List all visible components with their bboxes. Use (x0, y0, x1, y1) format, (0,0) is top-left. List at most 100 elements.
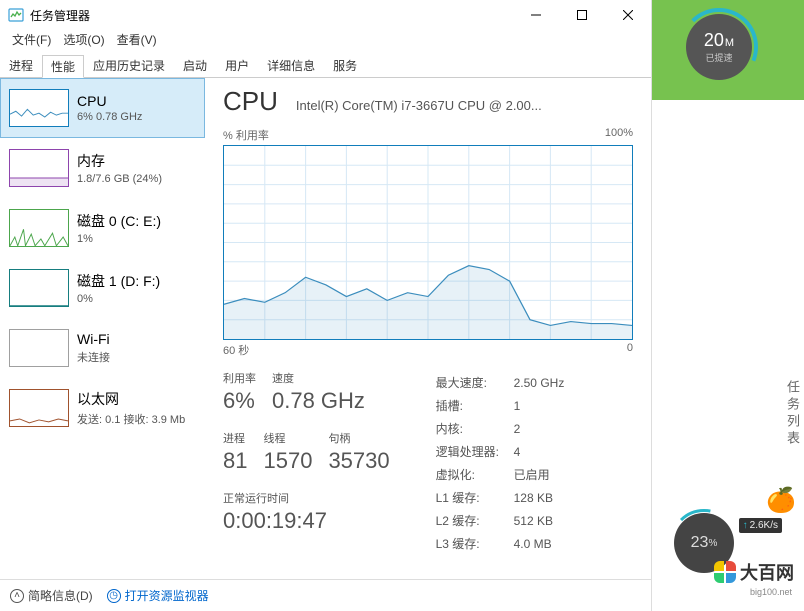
sidebar-item-label: 磁盘 0 (C: E:) (77, 211, 161, 231)
sidebar-item-label: Wi-Fi (77, 331, 110, 347)
tab-performance[interactable]: 性能 (42, 55, 84, 78)
pane-title: CPU (223, 86, 278, 117)
info-label: L1 缓存: (436, 487, 512, 508)
sidebar-item-label: CPU (77, 93, 142, 109)
cpu-detail-pane: CPU Intel(R) Core(TM) i7-3667U CPU @ 2.0… (205, 78, 651, 583)
sidebar-item-disk-0[interactable]: 磁盘 0 (C: E:) 1% (0, 198, 205, 258)
network-rate-value: 2.6K/s (750, 520, 778, 531)
info-value: 512 KB (514, 510, 575, 531)
gauge-label: 已提速 (705, 51, 732, 64)
info-label: L3 缓存: (436, 533, 512, 554)
stat-value-utilization: 6% (223, 388, 256, 414)
chevron-up-icon: ˄ (10, 589, 24, 603)
info-label: 内核: (436, 418, 512, 439)
open-resource-monitor-link[interactable]: ◷ 打开资源监视器 (107, 587, 209, 604)
ethernet-sparkline (9, 389, 69, 427)
app-icon (8, 7, 24, 23)
logo-text: 大百网 (740, 559, 794, 585)
stat-label-processes: 进程 (223, 430, 247, 446)
tab-users[interactable]: 用户 (216, 54, 258, 77)
window-title: 任务管理器 (30, 7, 90, 24)
performance-body: CPU 6% 0.78 GHz 内存 1.8/7.6 GB (24%) 磁盘 0 (… (0, 78, 651, 583)
minimize-button[interactable] (513, 0, 559, 30)
memory-sparkline (9, 149, 69, 187)
info-value: 1 (514, 395, 575, 416)
cpu-info-table: 最大速度:2.50 GHz 插槽:1 内核:2 逻辑处理器:4 虚拟化:已启用 … (434, 370, 577, 556)
sidebar-item-stat: 发送: 0.1 接收: 3.9 Mb (77, 411, 185, 427)
info-value: 2 (514, 418, 575, 439)
tab-processes[interactable]: 进程 (0, 54, 42, 77)
sidebar-item-stat: 1.8/7.6 GB (24%) (77, 173, 162, 185)
chart-bottom-left-label: 60 秒 (223, 342, 249, 358)
sidebar-item-cpu[interactable]: CPU 6% 0.78 GHz (0, 78, 205, 138)
sidebar-item-disk-1[interactable]: 磁盘 1 (D: F:) 0% (0, 258, 205, 318)
stat-value-threads: 1570 (263, 448, 312, 474)
tab-startup[interactable]: 启动 (174, 54, 216, 77)
close-button[interactable] (605, 0, 651, 30)
tab-details[interactable]: 详细信息 (258, 54, 324, 77)
info-value: 2.50 GHz (514, 372, 575, 393)
menu-options[interactable]: 选项(O) (57, 30, 110, 50)
titlebar: 任务管理器 (0, 0, 651, 30)
stat-label-speed: 速度 (272, 370, 365, 386)
tab-services[interactable]: 服务 (324, 54, 366, 77)
info-label: 虚拟化: (436, 464, 512, 485)
speedup-gauge[interactable]: 20M 已提速 (686, 14, 752, 80)
gauge-value: 20 (704, 30, 724, 50)
sidebar-item-label: 以太网 (77, 389, 185, 409)
watermark-logo: 大百网 (714, 559, 794, 585)
fewer-details-button[interactable]: ˄ 简略信息(D) (10, 587, 93, 604)
stat-value-processes: 81 (223, 448, 247, 474)
tab-app-history[interactable]: 应用历史记录 (84, 54, 174, 77)
maximize-button[interactable] (559, 0, 605, 30)
task-manager-window: 任务管理器 文件(F) 选项(O) 查看(V) 进程 性能 应用历史记录 启动 … (0, 0, 652, 611)
stat-label-uptime: 正常运行时间 (223, 490, 390, 506)
sidebar-item-memory[interactable]: 内存 1.8/7.6 GB (24%) (0, 138, 205, 198)
stat-value-speed: 0.78 GHz (272, 388, 365, 414)
chart-top-left-label: % 利用率 (223, 127, 269, 143)
footer: ˄ 简略信息(D) ◷ 打开资源监视器 (0, 579, 651, 611)
sidebar-item-stat: 1% (77, 233, 161, 245)
stat-label-handles: 句柄 (328, 430, 389, 446)
network-rate: ↑2.6K/s (739, 518, 782, 533)
menubar: 文件(F) 选项(O) 查看(V) (0, 30, 651, 50)
info-value: 4 (514, 441, 575, 462)
info-label: 插槽: (436, 395, 512, 416)
cpu-model: Intel(R) Core(TM) i7-3667U CPU @ 2.00... (296, 98, 633, 113)
gauge-unit: M (725, 37, 734, 49)
fewer-details-label: 简略信息(D) (28, 587, 93, 604)
sidebar-item-ethernet[interactable]: 以太网发送: 0.1 接收: 3.9 Mb (0, 378, 205, 438)
sidebar-item-stat: 6% 0.78 GHz (77, 111, 142, 123)
logo-url: big100.net (750, 587, 792, 597)
info-value: 4.0 MB (514, 533, 575, 554)
gauge-value: 23 (691, 534, 709, 552)
window-controls (513, 0, 651, 30)
stat-value-handles: 35730 (328, 448, 389, 474)
sidebar-item-wifi[interactable]: Wi-Fi 未连接 (0, 318, 205, 378)
upload-arrow-icon: ↑ (743, 520, 748, 531)
info-value: 已启用 (514, 464, 575, 485)
stat-label-threads: 线程 (263, 430, 312, 446)
chart-top-right-label: 100% (605, 127, 633, 143)
sidebar-item-stat: 未连接 (77, 349, 110, 365)
sidebar-item-stat: 0% (77, 293, 160, 305)
resource-monitor-icon: ◷ (107, 589, 121, 603)
cpu-sparkline (9, 89, 69, 127)
info-value: 128 KB (514, 487, 575, 508)
tab-bar: 进程 性能 应用历史记录 启动 用户 详细信息 服务 (0, 54, 651, 78)
cpu-utilization-chart[interactable] (223, 145, 633, 340)
chart-bottom-right-label: 0 (627, 342, 633, 358)
info-label: 逻辑处理器: (436, 441, 512, 462)
menu-file[interactable]: 文件(F) (6, 30, 57, 50)
menu-view[interactable]: 查看(V) (111, 30, 163, 50)
resource-sidebar: CPU 6% 0.78 GHz 内存 1.8/7.6 GB (24%) 磁盘 0 (… (0, 78, 205, 583)
mascot-icon: 🍊 (766, 486, 796, 515)
resource-monitor-label: 打开资源监视器 (125, 587, 209, 604)
info-label: 最大速度: (436, 372, 512, 393)
info-label: L2 缓存: (436, 510, 512, 531)
sidebar-item-label: 磁盘 1 (D: F:) (77, 271, 160, 291)
logo-icon (714, 561, 736, 583)
stat-label-utilization: 利用率 (223, 370, 256, 386)
task-list-vertical-label[interactable]: 任务列表 (783, 380, 802, 448)
sidebar-item-label: 内存 (77, 151, 162, 171)
